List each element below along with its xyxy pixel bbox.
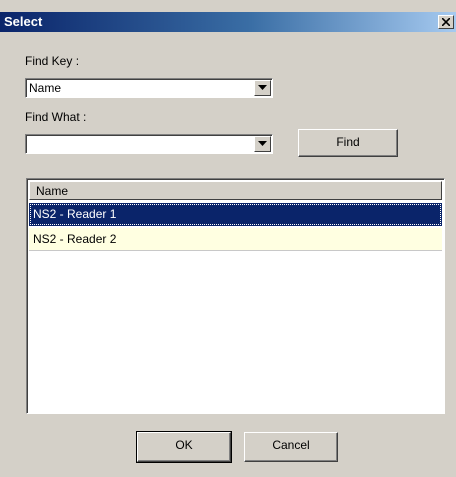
window-title: Select	[4, 14, 43, 29]
find-key-dropdown[interactable]: Name	[25, 78, 273, 98]
list-item[interactable]: NS2 - Reader 1	[29, 203, 442, 226]
list-item-label: NS2 - Reader 1	[33, 207, 117, 221]
find-button-label: Find	[336, 135, 360, 149]
select-dialog: Select Find Key : Name Find What : Find …	[0, 0, 456, 477]
chevron-down-icon	[258, 141, 267, 146]
column-header-label: Name	[36, 184, 69, 198]
list-item-label: NS2 - Reader 2	[33, 232, 117, 246]
cancel-button[interactable]: Cancel	[244, 432, 338, 462]
find-button[interactable]: Find	[298, 129, 398, 157]
results-list[interactable]: Name NS2 - Reader 1 NS2 - Reader 2	[26, 178, 445, 414]
chevron-down-icon	[258, 85, 267, 90]
find-key-label: Find Key :	[25, 54, 80, 68]
close-icon	[442, 18, 450, 26]
title-bar[interactable]: Select	[0, 12, 456, 32]
find-what-label: Find What :	[25, 110, 87, 124]
find-what-dropdown-button[interactable]	[254, 136, 271, 152]
close-button[interactable]	[438, 15, 454, 29]
list-item[interactable]: NS2 - Reader 2	[29, 228, 442, 251]
find-key-dropdown-button[interactable]	[254, 80, 271, 96]
find-what-combobox[interactable]	[25, 134, 273, 154]
column-header-name[interactable]: Name	[29, 181, 442, 200]
cancel-button-label: Cancel	[272, 438, 310, 452]
find-key-value: Name	[29, 81, 62, 95]
ok-button-label: OK	[175, 438, 193, 452]
ok-button[interactable]: OK	[136, 431, 232, 463]
